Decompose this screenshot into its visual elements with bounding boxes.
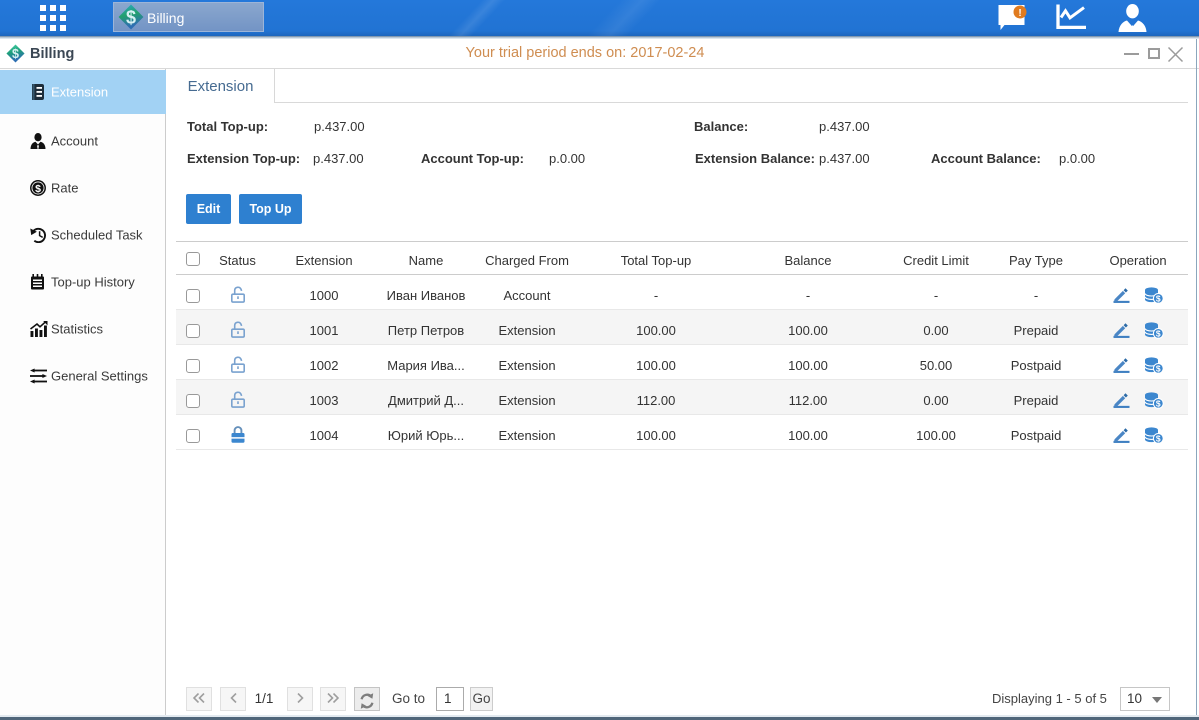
svg-text:$: $ — [35, 183, 41, 195]
svg-text:$: $ — [1156, 398, 1161, 408]
svg-text:$: $ — [1156, 293, 1161, 303]
svg-text:$: $ — [1156, 363, 1161, 373]
svg-text:$: $ — [1156, 433, 1161, 443]
svg-text:!: ! — [1018, 8, 1021, 19]
svg-text:$: $ — [125, 8, 135, 28]
svg-text:$: $ — [1156, 328, 1161, 338]
